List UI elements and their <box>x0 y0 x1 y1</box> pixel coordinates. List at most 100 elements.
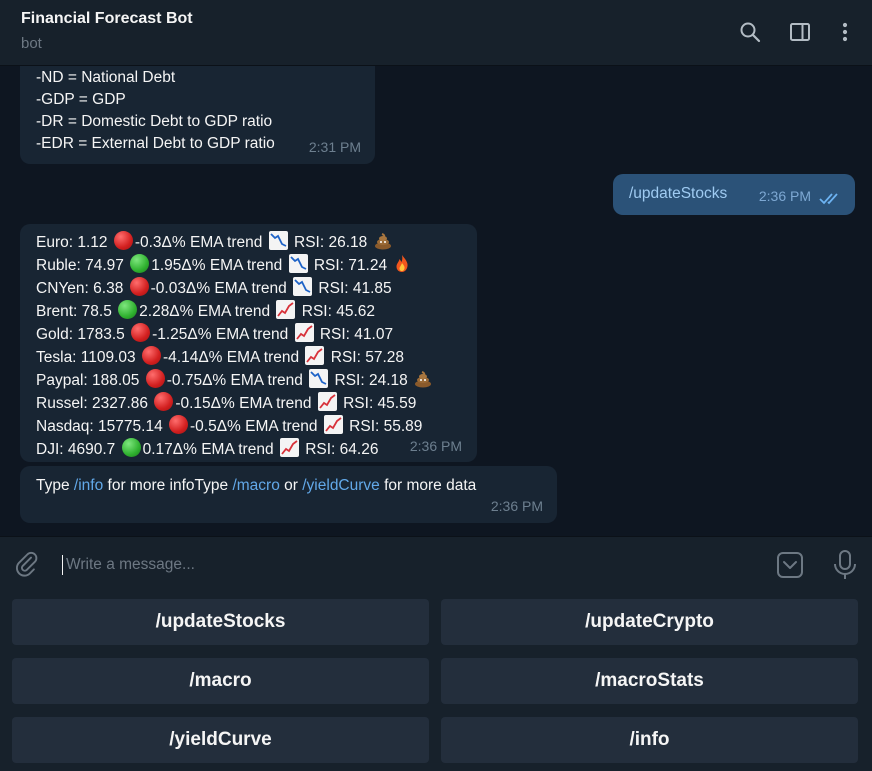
stock-name-value: Paypal: 188.05 <box>36 372 140 389</box>
stock-row: Nasdaq: 15775.14 -0.5Δ% EMA trend RSI: 5… <box>36 415 461 438</box>
chart-increasing-icon <box>276 300 296 319</box>
message-time: 2:31 PM <box>308 139 361 155</box>
message-line: -GDP = GDP <box>36 91 126 108</box>
message-list[interactable]: -ND = National Debt -GDP = GDP -DR = Dom… <box>0 66 872 536</box>
red-circle-icon <box>154 392 174 411</box>
keyboard-button-update-stocks[interactable]: /updateStocks <box>12 599 429 645</box>
red-circle-icon <box>169 415 188 434</box>
double-check-icon <box>819 193 838 205</box>
info-message: Type /info for more infoType /macro or /… <box>20 466 557 523</box>
chart-decreasing-icon <box>288 254 308 273</box>
fire-icon <box>391 255 413 274</box>
stock-row: Gold: 1783.5 -1.25Δ% EMA trend RSI: 41.0… <box>36 323 461 346</box>
stock-row: Russel: 2327.86 -0.15Δ% EMA trend RSI: 4… <box>36 392 461 415</box>
yieldcurve-command-link[interactable]: /yieldCurve <box>302 477 380 494</box>
chat-title[interactable]: Financial Forecast Bot <box>21 10 193 28</box>
stock-rsi: RSI: 57.28 <box>330 349 405 366</box>
stock-row: Brent: 78.5 2.28Δ% EMA trend RSI: 45.62 <box>36 300 461 323</box>
message-time: 2:36 PM <box>758 188 811 204</box>
stock-change: -0.03Δ% EMA trend <box>150 280 287 297</box>
stock-name-value: Nasdaq: 15775.14 <box>36 418 163 435</box>
stock-change: -0.3Δ% EMA trend <box>134 234 263 251</box>
stock-rsi: RSI: 45.59 <box>343 395 417 412</box>
red-circle-icon <box>129 277 149 296</box>
message-line: -ND = National Debt <box>36 69 176 86</box>
search-icon[interactable] <box>737 19 763 45</box>
message-time: 2:36 PM <box>490 498 543 514</box>
stock-row: Tesla: 1109.03 -4.14Δ% EMA trend RSI: 57… <box>36 346 461 369</box>
stock-name-value: Gold: 1783.5 <box>36 326 125 343</box>
mic-icon[interactable] <box>832 549 858 581</box>
stock-change: -1.25Δ% EMA trend <box>152 326 289 343</box>
emoji-icon[interactable] <box>775 550 805 580</box>
chart-decreasing-icon <box>293 277 313 296</box>
poop-icon <box>372 233 394 251</box>
stock-name-value: Brent: 78.5 <box>36 303 112 320</box>
keyboard-button-info[interactable]: /info <box>441 717 858 763</box>
keyboard-button-yield-curve[interactable]: /yieldCurve <box>12 717 429 763</box>
stock-row: Paypal: 188.05 -0.75Δ% EMA trend RSI: 24… <box>36 369 461 392</box>
message-composer <box>0 536 872 592</box>
chart-increasing-icon <box>305 346 325 365</box>
keyboard-button-macro-stats[interactable]: /macroStats <box>441 658 858 704</box>
info-text-part: for more infoType <box>103 477 233 494</box>
stock-change: -0.75Δ% EMA trend <box>166 372 303 389</box>
stock-name-value: Euro: 1.12 <box>36 234 108 251</box>
attach-icon[interactable] <box>14 551 42 579</box>
green-circle-icon <box>121 438 141 457</box>
legend-message: -ND = National Debt -GDP = GDP -DR = Dom… <box>20 66 375 164</box>
info-text-part: for more data <box>379 477 477 494</box>
message-line: -DR = Domestic Debt to GDP ratio <box>36 113 273 130</box>
macro-command-link[interactable]: /macro <box>232 477 279 494</box>
stock-row: Ruble: 74.97 1.95Δ% EMA trend RSI: 71.24 <box>36 254 461 277</box>
green-circle-icon <box>118 300 138 319</box>
stock-rsi: RSI: 45.62 <box>301 303 375 320</box>
stock-change: -4.14Δ% EMA trend <box>163 349 300 366</box>
stock-name-value: DJI: 4690.7 <box>36 441 116 458</box>
stock-change: 0.17Δ% EMA trend <box>142 441 274 458</box>
chat-subtitle: bot <box>21 35 42 52</box>
stock-row: Euro: 1.12 -0.3Δ% EMA trend RSI: 26.18 <box>36 231 461 254</box>
more-vertical-icon[interactable] <box>832 19 858 45</box>
red-circle-icon <box>113 231 133 250</box>
stock-row: CNYen: 6.38 -0.03Δ% EMA trend RSI: 41.85 <box>36 277 461 300</box>
chart-decreasing-icon <box>309 369 329 388</box>
keyboard-button-macro[interactable]: /macro <box>12 658 429 704</box>
message-time: 2:36 PM <box>409 438 462 454</box>
stock-rsi: RSI: 24.18 <box>334 372 408 389</box>
info-text-part: or <box>279 477 303 494</box>
green-circle-icon <box>130 254 150 273</box>
stocks-message: Euro: 1.12 -0.3Δ% EMA trend RSI: 26.18 R… <box>20 224 477 462</box>
info-command-link[interactable]: /info <box>74 477 103 494</box>
red-circle-icon <box>145 369 165 388</box>
keyboard-button-update-crypto[interactable]: /updateCrypto <box>441 599 858 645</box>
chart-increasing-icon <box>317 392 337 411</box>
telegram-window: Financial Forecast Bot bot -ND = Nationa… <box>0 0 872 771</box>
red-circle-icon <box>142 346 161 365</box>
chart-increasing-icon <box>323 415 343 434</box>
chart-increasing-icon <box>294 323 314 342</box>
poop-icon <box>412 371 434 389</box>
chart-decreasing-icon <box>268 231 288 250</box>
stock-rsi: RSI: 41.07 <box>319 326 394 343</box>
stock-rsi: RSI: 55.89 <box>349 418 423 435</box>
stock-rsi: RSI: 26.18 <box>294 234 368 251</box>
message-input[interactable] <box>66 553 746 577</box>
stock-row: DJI: 4690.7 0.17Δ% EMA trend RSI: 64.26 <box>36 438 461 461</box>
stock-name-value: CNYen: 6.38 <box>36 280 124 297</box>
sidebar-toggle-icon[interactable] <box>787 19 813 45</box>
red-circle-icon <box>131 323 151 342</box>
info-text: Type /info for more infoType /macro or /… <box>36 475 541 497</box>
stock-name-value: Russel: 2327.86 <box>36 395 149 412</box>
message-input-wrap <box>62 553 752 577</box>
stock-rsi: RSI: 64.26 <box>305 441 379 458</box>
stock-change: -0.15Δ% EMA trend <box>175 395 312 412</box>
outgoing-message: /updateStocks 2:36 PM <box>613 174 855 215</box>
bot-keyboard: /updateStocks /updateCrypto /macro /macr… <box>0 592 872 771</box>
stock-change: -0.5Δ% EMA trend <box>190 418 318 435</box>
stock-rows: Euro: 1.12 -0.3Δ% EMA trend RSI: 26.18 R… <box>36 231 461 461</box>
command-link[interactable]: /updateStocks <box>629 185 727 202</box>
text-caret <box>62 555 63 575</box>
stock-name-value: Ruble: 74.97 <box>36 257 124 274</box>
stock-name-value: Tesla: 1109.03 <box>36 349 136 366</box>
